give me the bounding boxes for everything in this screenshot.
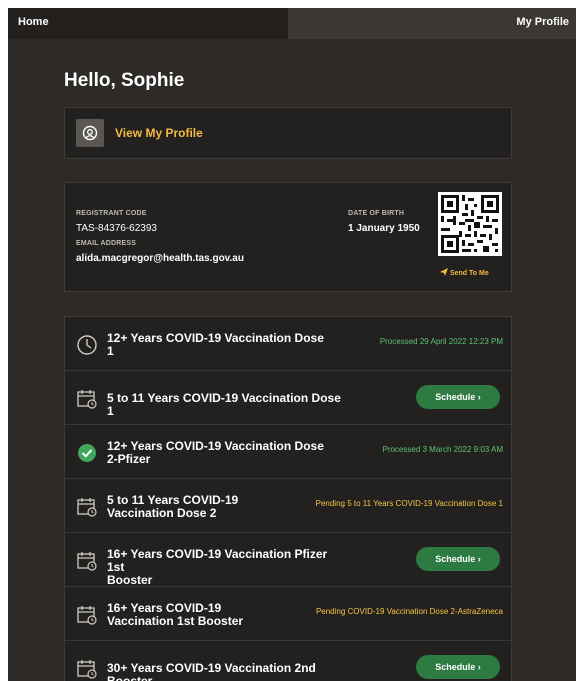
profile-icon-box <box>76 119 104 147</box>
vaccination-row: 5 to 11 Years COVID-19 Vaccination Dose 2… <box>65 479 511 533</box>
schedule-button[interactable]: Schedule › <box>416 385 500 409</box>
vaccination-row: 12+ Years COVID-19 Vaccination Dose 2-Pfi… <box>65 425 511 479</box>
vaccination-list: 12+ Years COVID-19 Vaccination Dose 1 Proc… <box>64 316 512 681</box>
vaccination-title: 12+ Years COVID-19 Vaccination Dose 2-Pfi… <box>107 440 342 466</box>
qr-code <box>438 192 502 256</box>
vaccination-title-line1: 16+ Years COVID-19 Vaccination Pfizer 1s… <box>107 547 328 574</box>
vaccination-title: 5 to 11 Years COVID-19 Vaccination Dose … <box>107 392 342 418</box>
nav-home-link[interactable]: Home <box>18 16 49 28</box>
vaccination-title-line1: 12+ Years COVID-19 Vaccination Dose <box>107 331 324 345</box>
vaccination-title-line2: Vaccination 1st Booster <box>107 614 244 628</box>
dob-label: DATE OF BIRTH <box>348 210 405 217</box>
vaccination-title: 30+ Years COVID-19 Vaccination 2nd Boost… <box>107 662 342 681</box>
calendar-clock-icon <box>76 388 98 410</box>
vaccination-title: 5 to 11 Years COVID-19 Vaccination Dose 2 <box>107 494 342 520</box>
vaccination-title: 16+ Years COVID-19 Vaccination 1st Booste… <box>107 602 342 628</box>
user-circle-icon <box>82 125 98 141</box>
email-value: alida.macgregor@health.tas.gov.au <box>76 253 244 264</box>
schedule-button[interactable]: Schedule › <box>416 547 500 571</box>
calendar-clock-icon <box>76 604 98 626</box>
processed-status: Processed 3 March 2022 9:03 AM <box>382 445 503 454</box>
pending-status: Pending COVID-19 Vaccination Dose 2-Astr… <box>315 607 503 616</box>
processed-status: Processed 29 April 2022 12:23 PM <box>379 337 503 346</box>
vaccination-row: 5 to 11 Years COVID-19 Vaccination Dose … <box>65 371 511 425</box>
registrant-code-value: TAS-84376-62393 <box>76 223 157 234</box>
page-title: Hello, Sophie <box>64 70 185 91</box>
calendar-clock-icon <box>76 496 98 518</box>
vaccination-row: 16+ Years COVID-19 Vaccination Pfizer 1s… <box>65 533 511 587</box>
app-frame: Home My Profile Hello, Sophie View My Pr… <box>8 8 576 681</box>
view-profile-card[interactable]: View My Profile <box>64 107 512 159</box>
vaccination-row: 30+ Years COVID-19 Vaccination 2nd Boost… <box>65 641 511 681</box>
dob-value: 1 January 1950 <box>348 223 420 234</box>
vaccination-title: 16+ Years COVID-19 Vaccination Pfizer 1s… <box>107 548 342 587</box>
vaccination-title-line1: 5 to 11 Years COVID-19 Vaccination Dose … <box>107 391 341 418</box>
vaccination-row: 12+ Years COVID-19 Vaccination Dose 1 Proc… <box>65 317 511 371</box>
clock-icon <box>76 334 98 356</box>
send-icon <box>440 268 448 276</box>
vaccination-title-line2: 2-Pfizer <box>107 452 151 466</box>
vaccination-title: 12+ Years COVID-19 Vaccination Dose 1 <box>107 332 342 358</box>
vaccination-title-line1: 30+ Years COVID-19 Vaccination 2nd Boost… <box>107 661 316 681</box>
calendar-clock-icon <box>76 550 98 572</box>
registrant-info-card: REGISTRANT CODE TAS-84376-62393 EMAIL AD… <box>64 182 512 292</box>
view-profile-link[interactable]: View My Profile <box>115 126 203 140</box>
vaccination-title-line2: Booster <box>107 573 153 587</box>
vaccination-title-line2: 1 <box>107 344 114 358</box>
check-circle-icon <box>76 442 98 464</box>
top-nav-bar: Home My Profile <box>8 8 576 39</box>
send-to-me-link[interactable]: Send To Me <box>440 268 489 277</box>
send-to-me-label: Send To Me <box>449 270 489 277</box>
schedule-button[interactable]: Schedule › <box>416 655 500 679</box>
email-label: EMAIL ADDRESS <box>76 240 137 247</box>
calendar-clock-icon <box>76 658 98 680</box>
vaccination-row: 16+ Years COVID-19 Vaccination 1st Booste… <box>65 587 511 641</box>
registrant-code-label: REGISTRANT CODE <box>76 210 147 217</box>
vaccination-title-line2: Vaccination Dose 2 <box>107 506 217 520</box>
nav-my-profile-link[interactable]: My Profile <box>516 16 569 28</box>
pending-status: Pending 5 to 11 Years COVID-19 Vaccinati… <box>315 499 503 508</box>
